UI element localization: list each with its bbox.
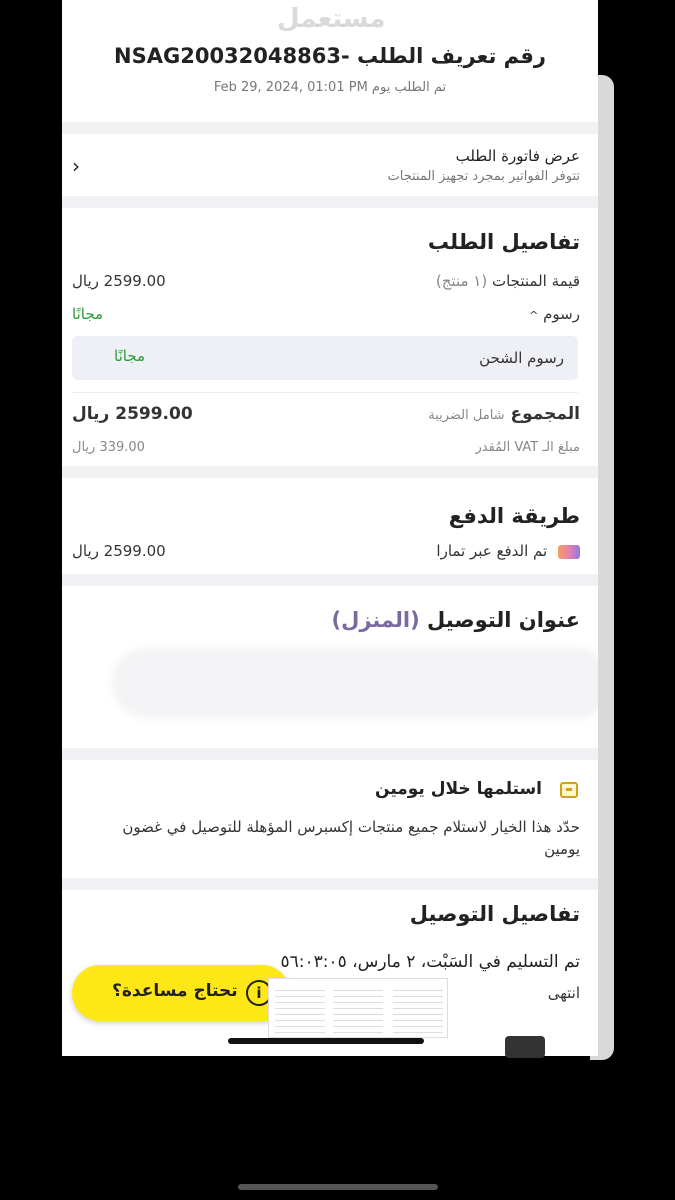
chevron-up-icon: ^ <box>529 309 539 322</box>
invoice-title: عرض فاتورة الطلب <box>455 147 580 165</box>
express-description: حدّد هذا الخيار لاستلام جميع منتجات إكسب… <box>122 818 580 858</box>
products-value-label: قيمة المنتجات (١ منتج) <box>436 272 580 290</box>
order-details-section: تفاصيل الطلب قيمة المنتجات (١ منتج) 2599… <box>62 208 598 466</box>
thumbnail <box>275 985 325 1033</box>
order-details-page: مستعمل رقم تعريف الطلب -NSAG20032048863 … <box>62 0 598 1056</box>
payment-method-row: تم الدفع عبر تمارا <box>436 542 580 560</box>
payment-method-label: تم الدفع عبر تمارا <box>436 542 548 560</box>
need-help-button[interactable]: i تحتاج مساعدة؟ <box>72 965 290 1021</box>
express-title: استلمها خلال يومين <box>375 779 542 799</box>
home-indicator <box>228 1038 424 1044</box>
outer-home-indicator <box>238 1184 438 1190</box>
help-label: تحتاج مساعدة؟ <box>112 981 238 1001</box>
fees-toggle[interactable]: رسوم ^ <box>523 305 580 323</box>
products-count: (١ منتج) <box>435 272 488 290</box>
fees-label: رسوم <box>543 305 580 323</box>
products-label-text: قيمة المنتجات <box>491 272 580 290</box>
payment-amount: 2599.00 ريال <box>72 542 166 560</box>
shipping-fees-label: رسوم الشحن <box>479 349 564 367</box>
redacted-address <box>112 648 598 718</box>
shipping-fees-value: مجانًا <box>114 347 146 365</box>
watermark: مستعمل <box>277 4 386 34</box>
calendar-icon <box>560 782 578 798</box>
fees-value: مجانًا <box>72 305 104 323</box>
invoice-subtitle: تتوفر الفواتير بمجرد تجهيز المنتجات <box>387 169 580 184</box>
total-label-row: المجموع شامل الضريبة <box>428 404 580 424</box>
screenshot-thumbnails <box>268 978 448 1038</box>
view-invoice-row[interactable]: عرض فاتورة الطلب تتوفر الفواتير بمجرد تج… <box>62 134 598 196</box>
order-details-heading: تفاصيل الطلب <box>427 230 580 254</box>
payment-heading: طريقة الدفع <box>448 504 580 528</box>
thumbnail <box>333 985 383 1033</box>
vat-value: 339.00 ريال <box>72 440 145 455</box>
shipping-fees-box: رسوم الشحن مجانًا <box>72 336 578 380</box>
chevron-left-icon: ‹ <box>72 154 80 178</box>
order-date: تم الطلب يوم Feb 29, 2024, 01:01 PM <box>213 80 447 95</box>
ended-status: انتهى <box>547 984 580 1002</box>
address-tag: (المنزل) <box>331 608 420 632</box>
address-heading-row: عنوان التوصيل (المنزل) <box>332 608 580 632</box>
delivered-status: تم التسليم في السَبْت، ٢ مارس، ٥٦:٠٣:٠٥ <box>280 952 580 972</box>
thumbnail <box>393 985 443 1033</box>
vat-label: مبلغ الـ VAT المُقدر <box>475 440 580 455</box>
total-value: 2599.00 ريال <box>72 404 193 424</box>
delivery-address-section: عنوان التوصيل (المنزل) <box>62 586 598 748</box>
total-label: المجموع <box>510 404 580 424</box>
address-heading: عنوان التوصيل <box>427 608 580 632</box>
total-note: شامل الضريبة <box>428 408 505 423</box>
express-delivery-section: استلمها خلال يومين حدّد هذا الخيار لاستل… <box>62 760 598 878</box>
product-image <box>505 1036 545 1058</box>
tamara-logo-icon <box>558 544 580 559</box>
delivery-heading: تفاصيل التوصيل <box>409 902 580 926</box>
order-id-title: رقم تعريف الطلب -NSAG20032048863 <box>114 44 546 68</box>
divider <box>72 392 578 393</box>
payment-method-section: طريقة الدفع تم الدفع عبر تمارا 2599.00 ر… <box>62 478 598 574</box>
products-value: 2599.00 ريال <box>72 272 166 290</box>
order-header: مستعمل رقم تعريف الطلب -NSAG20032048863 … <box>62 0 598 122</box>
